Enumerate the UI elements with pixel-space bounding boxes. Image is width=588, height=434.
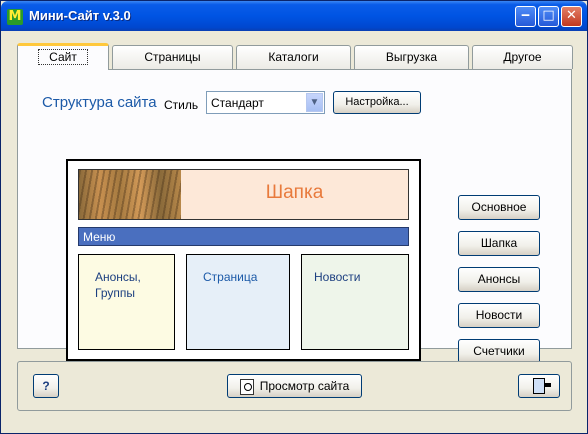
announcements-settings-button[interactable]: Анонсы (458, 267, 540, 292)
main-window: M Мини-Сайт v.3.0 ‒ □ ✕ Сайт Страницы Ка… (0, 0, 588, 434)
preview-news-block[interactable]: Новости (301, 254, 409, 350)
main-settings-button[interactable]: Основное (458, 195, 540, 220)
page-block-label: Страница (203, 270, 258, 284)
maximize-icon: □ (542, 8, 555, 23)
preview-header-block[interactable]: Шапка (78, 169, 409, 220)
preview-page-block[interactable]: Страница (186, 254, 290, 350)
minimize-button[interactable]: ‒ (515, 6, 536, 27)
tab-other[interactable]: Другое (472, 45, 573, 69)
tab-export[interactable]: Выгрузка (354, 45, 469, 69)
window-title: Мини-Сайт v.3.0 (29, 8, 131, 23)
announcements-label-line2: Группы (95, 286, 135, 300)
maximize-button[interactable]: □ (538, 6, 559, 27)
menu-block-label: Меню (83, 230, 116, 244)
header-settings-button[interactable]: Шапка (458, 231, 540, 256)
style-select-value: Стандарт (211, 96, 264, 110)
news-settings-button[interactable]: Новости (458, 303, 540, 328)
structure-title: Структура сайта (42, 94, 157, 111)
preview-site-button[interactable]: Просмотр сайта (227, 374, 362, 398)
chevron-down-icon[interactable]: ▼ (306, 93, 323, 112)
exit-button[interactable] (518, 374, 560, 398)
announcements-label-line1: Анонсы, (95, 270, 141, 284)
site-panel: Структура сайта Стиль Стандарт ▼ Настрой… (17, 69, 572, 364)
header-photo (79, 170, 181, 219)
tab-catalogs[interactable]: Каталоги (236, 45, 351, 69)
news-block-label: Новости (314, 270, 361, 284)
preview-site-label: Просмотр сайта (259, 379, 350, 393)
tab-pages[interactable]: Страницы (112, 45, 233, 69)
preview-menu-block[interactable]: Меню (78, 227, 409, 246)
header-block-label: Шапка (265, 182, 324, 203)
style-select[interactable]: Стандарт ▼ (206, 91, 325, 114)
magnifier-page-icon (239, 378, 254, 395)
client-area: Сайт Страницы Каталоги Выгрузка Другое С… (5, 31, 583, 429)
exit-door-icon (533, 378, 551, 395)
title-bar[interactable]: M Мини-Сайт v.3.0 ‒ □ ✕ (1, 1, 587, 31)
minimize-icon: ‒ (520, 8, 531, 23)
help-button[interactable]: ? (33, 374, 59, 398)
close-button[interactable]: ✕ (561, 6, 582, 27)
app-icon: M (7, 9, 23, 25)
help-icon: ? (42, 379, 50, 393)
settings-button[interactable]: Настройка... (333, 91, 421, 114)
site-preview: Шапка Меню Анонсы, Группы Страница Новос… (66, 159, 421, 361)
footer-panel: ? Просмотр сайта (17, 361, 572, 411)
style-label: Стиль (164, 98, 199, 112)
preview-announcements-block[interactable]: Анонсы, Группы (78, 254, 175, 350)
close-icon: ✕ (566, 8, 577, 23)
tab-site[interactable]: Сайт (17, 43, 109, 70)
